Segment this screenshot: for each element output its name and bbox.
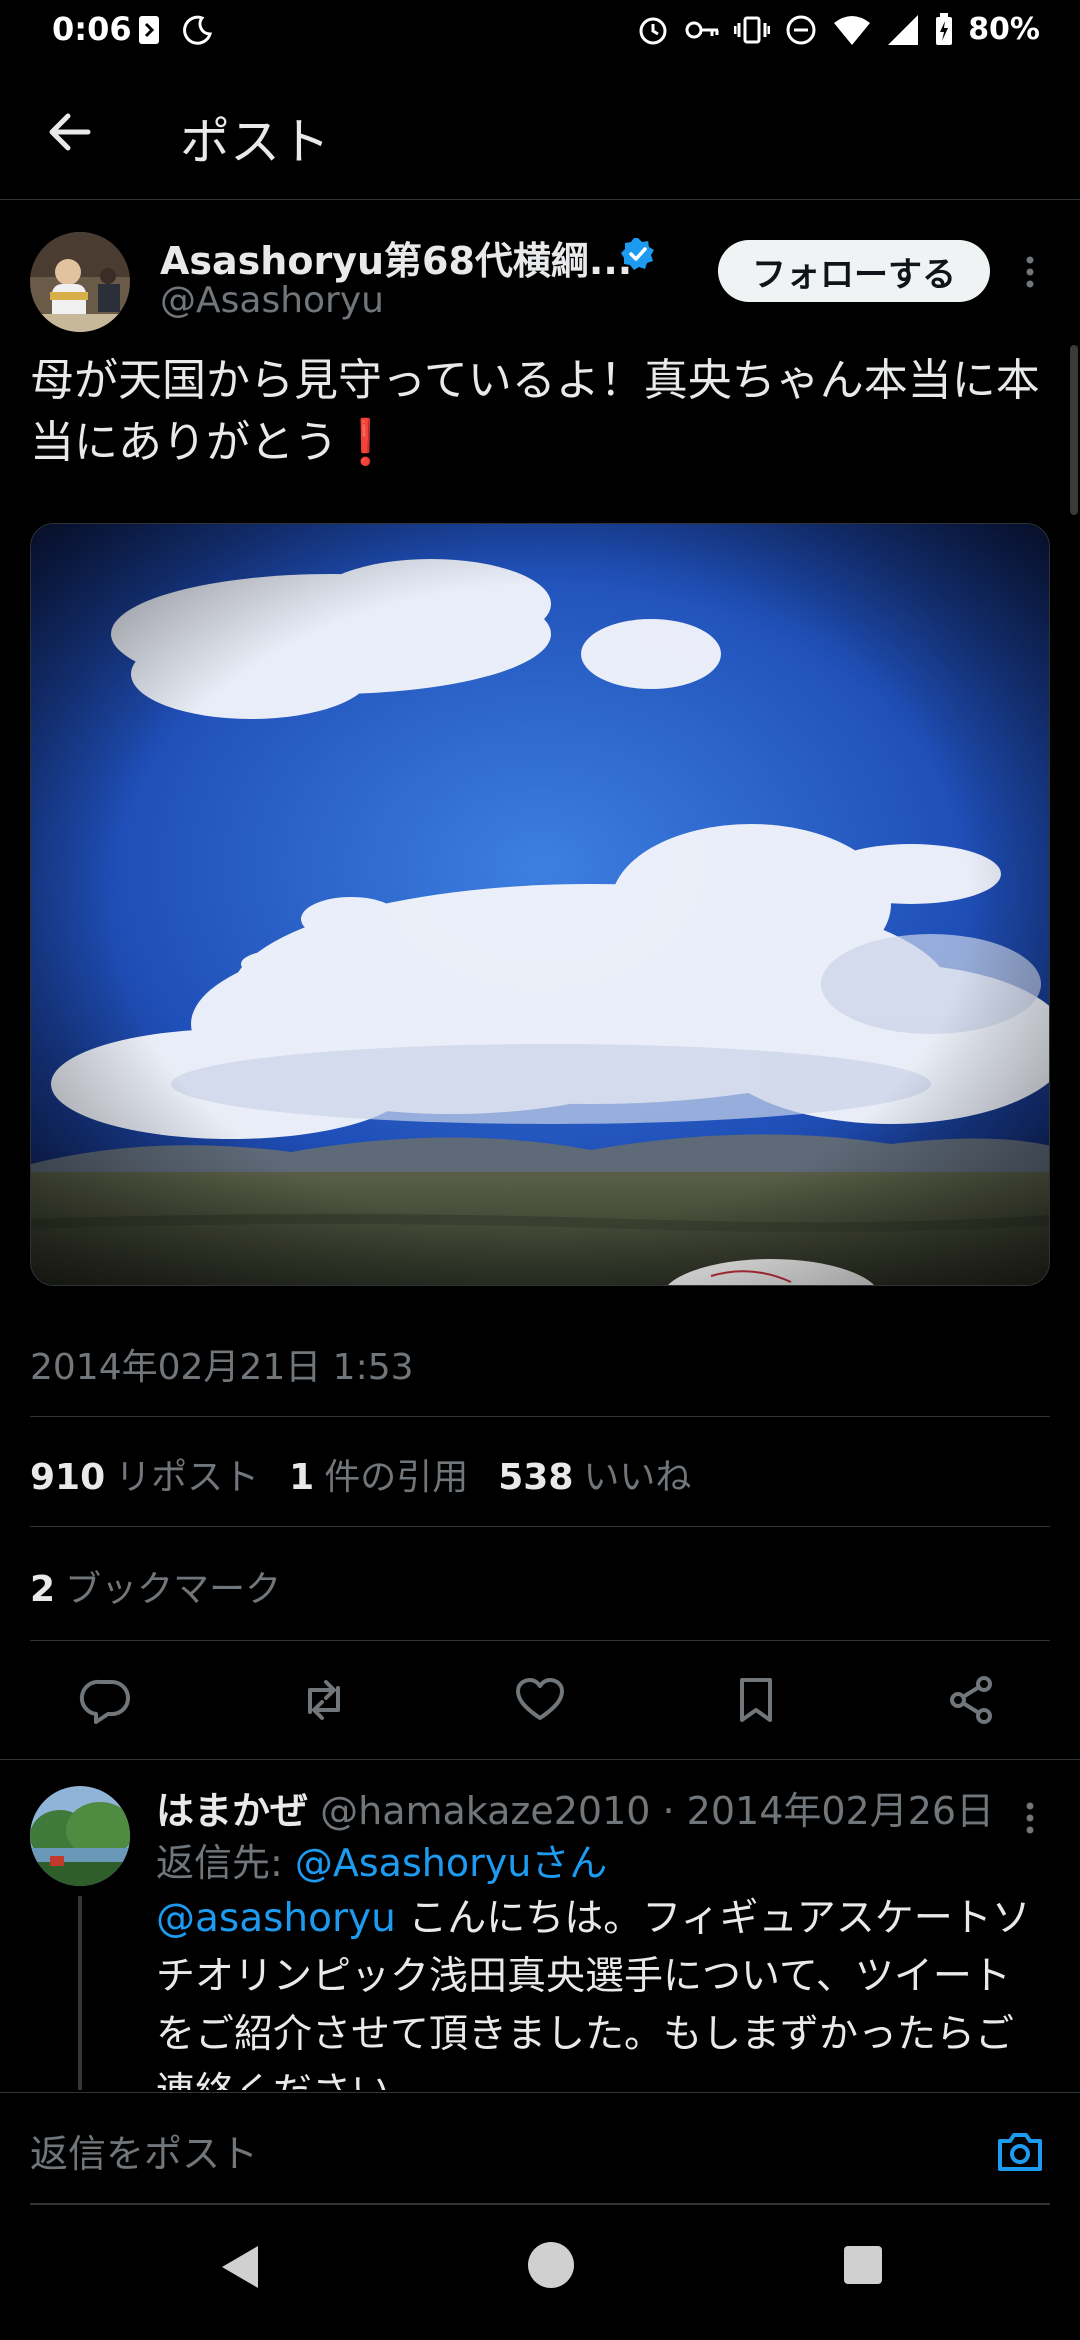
more-icon[interactable] xyxy=(1020,252,1040,292)
notification-icon xyxy=(139,16,159,44)
scrollbar[interactable] xyxy=(1070,345,1078,515)
like-icon[interactable] xyxy=(512,1672,568,1728)
divider xyxy=(30,1526,1050,1527)
top-bar: ポスト xyxy=(0,64,1080,200)
battery-percent: 80% xyxy=(968,12,1040,47)
likes-count: 538 xyxy=(498,1457,574,1498)
reposts-label: リポスト xyxy=(115,1457,260,1498)
divider xyxy=(30,1640,1050,1641)
divider xyxy=(30,1416,1050,1417)
more-icon[interactable] xyxy=(1020,1798,1040,1838)
status-notification-icons xyxy=(138,14,214,46)
wifi-icon xyxy=(834,15,871,45)
post-timestamp: 2014年02月21日 1:53 xyxy=(30,1347,414,1388)
likes-stat[interactable]: 538 いいね xyxy=(498,1448,691,1500)
system-nav-bar xyxy=(0,2204,1080,2340)
camera-icon[interactable] xyxy=(994,2125,1046,2177)
reply-to-prefix: 返信先: xyxy=(156,1841,295,1885)
avatar[interactable] xyxy=(30,232,130,332)
back-arrow-icon[interactable] xyxy=(40,102,100,162)
nav-home-icon[interactable] xyxy=(528,2242,574,2288)
vibrate-icon xyxy=(734,16,771,43)
cell-signal-icon xyxy=(888,14,919,45)
reply-header: はまかぜ @hamakaze2010 · 2014年02月26日 xyxy=(156,1780,994,1835)
quotes-stat[interactable]: 1 件の引用 xyxy=(289,1448,468,1500)
reply-to-mention[interactable]: @Asashoryuさん xyxy=(295,1841,607,1885)
nav-recents-icon[interactable] xyxy=(844,2246,882,2284)
status-right: 80% xyxy=(636,12,1040,47)
battery-charging-icon xyxy=(936,12,953,45)
page-title: ポスト xyxy=(180,113,330,171)
post-text: 母が天国から見守っているよ！真央ちゃん本当に本当にありがとう❗ xyxy=(30,350,1060,474)
reply-text: @asashoryu こんにちは。フィギュアスケートソチオリンピック浅田真央選手… xyxy=(156,1890,1046,2090)
reply-author-name[interactable]: はまかぜ xyxy=(156,1789,308,1833)
reply-input[interactable]: 返信をポスト xyxy=(30,2123,258,2178)
nav-back-icon[interactable] xyxy=(218,2242,262,2292)
bookmark-icon[interactable] xyxy=(728,1672,784,1728)
reposts-count: 910 xyxy=(30,1457,106,1498)
status-bar: 0:06 80% xyxy=(0,0,1080,64)
post-image[interactable] xyxy=(30,523,1050,1286)
alarm-icon xyxy=(639,17,667,44)
do-not-disturb-schedule-icon xyxy=(183,15,213,45)
post-body: 母が天国から見守っているよ！真央ちゃん本当に本当にありがとう xyxy=(30,355,1040,468)
do-not-disturb-icon xyxy=(786,15,816,44)
reply-mention[interactable]: @asashoryu xyxy=(156,1896,396,1941)
post-stats: 910 リポスト 1 件の引用 538 いいね xyxy=(30,1448,691,1500)
author-handle[interactable]: @Asashoryu xyxy=(160,280,384,321)
follow-button[interactable]: フォローする xyxy=(718,240,990,302)
likes-label: いいね xyxy=(583,1457,692,1498)
share-icon[interactable] xyxy=(944,1672,1000,1728)
reply-post[interactable]: はまかぜ @hamakaze2010 · 2014年02月26日 返信先: @A… xyxy=(0,1760,1080,2090)
bookmarks-count: 2 xyxy=(30,1569,56,1610)
bookmarks-label: ブックマーク xyxy=(65,1569,282,1610)
avatar[interactable] xyxy=(30,1786,130,1886)
quotes-count: 1 xyxy=(289,1457,315,1498)
quotes-label: 件の引用 xyxy=(324,1457,469,1498)
status-time: 0:06 xyxy=(52,10,132,48)
reposts-stat[interactable]: 910 リポスト xyxy=(30,1448,259,1500)
post-author: Asashoryu第68代横綱... @Asashoryu フォローする xyxy=(0,200,1080,350)
vpn-key-icon xyxy=(685,21,719,38)
author-name[interactable]: Asashoryu第68代横綱... xyxy=(160,230,632,285)
reply-composer: 返信をポスト xyxy=(0,2092,1080,2205)
exclamation-emoji: ❗ xyxy=(338,417,393,468)
verified-badge-icon xyxy=(621,238,654,270)
thread-line xyxy=(78,1896,82,2090)
reply-meta: @hamakaze2010 · 2014年02月26日 xyxy=(320,1789,995,1833)
bookmarks-stat[interactable]: 2 ブックマーク xyxy=(30,1560,281,1612)
reply-icon[interactable] xyxy=(78,1672,134,1728)
action-bar xyxy=(0,1642,1080,1760)
repost-icon[interactable] xyxy=(296,1672,352,1728)
reply-to-line: 返信先: @Asashoryuさん xyxy=(156,1832,607,1887)
